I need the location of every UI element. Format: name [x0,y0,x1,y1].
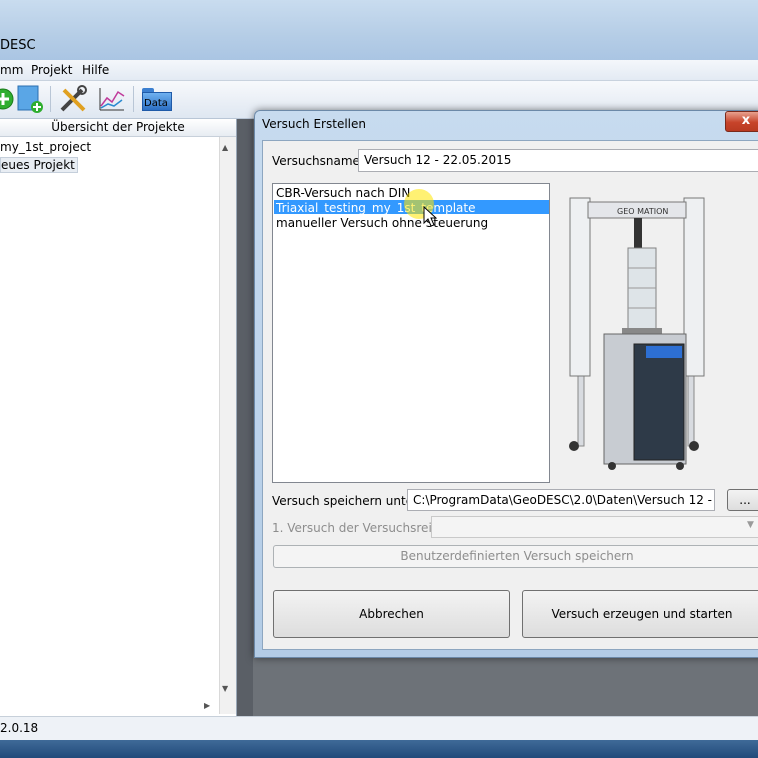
close-icon: x [741,113,751,128]
save-path-input[interactable]: C:\ProgramData\GeoDESC\2.0\Daten\Versuch… [407,489,715,511]
toolbar-separator [133,86,134,112]
save-location-label: Versuch speichern unter: [272,494,422,508]
dialog-title: Versuch Erstellen [262,117,366,131]
dropdown-arrow-icon: ▼ [747,520,754,530]
version-label: 2.0.18 [0,721,39,735]
status-bar [0,716,758,741]
mouse-cursor-icon [423,206,437,227]
menu-bar [0,60,758,81]
scroll-right-arrow-icon[interactable]: ▶ [204,701,210,710]
template-item-triaxial[interactable]: Triaxial_testing_my_1st_template [276,201,475,215]
menu-item-projekt[interactable]: Projekt [31,63,72,77]
scroll-up-arrow-icon[interactable]: ▲ [222,143,228,152]
line-chart-icon [99,88,125,111]
browse-button[interactable]: ... [727,489,758,511]
data-folder-button[interactable]: Data [140,84,174,114]
tools-button[interactable] [58,84,88,114]
testing-machine-image: GEO MATION [569,197,705,470]
series-dropdown[interactable] [431,516,758,538]
data-folder-label: Data [144,98,168,109]
data-folder-icon: Data [141,86,173,112]
toolbar-separator [50,86,51,112]
taskbar [0,740,758,758]
close-button[interactable]: x [725,111,758,132]
series-label: 1. Versuch der Versuchsreihe: [272,521,451,535]
new-document-button[interactable] [15,84,45,114]
device-brand-text: GEO MATION [617,207,668,216]
green-plus-icon [0,88,14,110]
projects-panel-header: Übersicht der Projekte [0,119,236,137]
splitter[interactable] [237,119,253,716]
app-title: DESC [0,38,36,53]
template-item-cbr[interactable]: CBR-Versuch nach DIN [276,186,410,200]
test-name-input[interactable]: Versuch 12 - 22.05.2015 [358,149,758,172]
projects-scrollbar[interactable] [219,137,236,714]
chart-button[interactable] [96,84,126,114]
project-item[interactable]: my_1st_project [0,140,91,154]
create-and-start-button[interactable]: Versuch erzeugen und starten [522,590,758,638]
menu-item-hilfe[interactable]: Hilfe [82,63,109,77]
menu-item-programm[interactable]: mm [0,63,23,77]
template-item-manual[interactable]: manueller Versuch ohne Steuerung [276,216,488,230]
projects-panel [0,119,237,716]
test-name-label: Versuchsname: [272,154,364,168]
new-project-item[interactable]: eues Projekt [0,157,78,173]
scroll-down-arrow-icon[interactable]: ▼ [222,684,228,693]
window-titlebar [0,0,758,60]
save-custom-test-button[interactable]: Benutzerdefinierten Versuch speichern [273,545,758,568]
new-document-icon [17,85,43,113]
cancel-button[interactable]: Abbrechen [273,590,510,638]
wrench-screwdriver-icon [60,85,87,112]
